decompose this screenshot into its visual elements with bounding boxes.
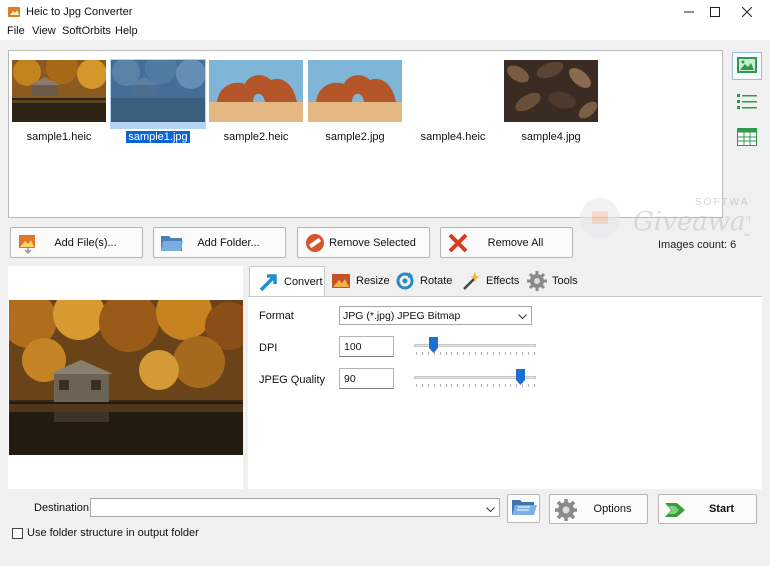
jpeg-quality-slider[interactable] xyxy=(414,368,536,388)
watermark-main-text: Giveaway xyxy=(633,207,750,237)
settings-tabs: Convert Resize Rotate Effects Tools xyxy=(248,266,762,297)
thumbnail-caption: sample4.jpg xyxy=(521,131,581,143)
images-count: Images count: 6 xyxy=(658,239,737,251)
thumbnail-caption: sample2.jpg xyxy=(325,131,385,143)
tab-resize-label: Resize xyxy=(356,275,390,287)
start-arrow-icon xyxy=(663,498,687,522)
start-button[interactable]: Start xyxy=(658,494,757,524)
menu-file[interactable]: File xyxy=(7,25,25,37)
dry-leaves-image xyxy=(504,60,598,122)
red-x-icon xyxy=(447,232,469,254)
autumn-lake-cabin-preview xyxy=(9,300,243,455)
gear-icon xyxy=(526,270,548,292)
add-files-button[interactable]: Add File(s)... xyxy=(10,227,143,258)
list-view-button[interactable] xyxy=(732,88,762,116)
menu-help[interactable]: Help xyxy=(115,25,138,37)
close-icon xyxy=(742,7,752,17)
tab-effects-label: Effects xyxy=(486,275,520,287)
autumn-lake-cabin-image xyxy=(12,60,106,122)
menu-view[interactable]: View xyxy=(32,25,56,37)
app-logo-icon xyxy=(7,5,21,19)
jpeg-quality-label: JPEG Quality xyxy=(259,374,326,386)
destination-input[interactable] xyxy=(90,498,500,517)
tab-effects[interactable]: Effects xyxy=(458,266,522,296)
autumn-lake-cabin-image xyxy=(111,60,205,122)
tab-resize[interactable]: Resize xyxy=(328,266,390,296)
gear-icon xyxy=(554,498,578,522)
folder-icon xyxy=(160,232,183,254)
menu-bar: File View SoftOrbits Help xyxy=(0,24,770,40)
jpeg-quality-input[interactable]: 90 xyxy=(339,368,394,389)
thumbnail-caption: sample1.heic xyxy=(26,131,92,143)
tab-tools[interactable]: Tools xyxy=(524,266,584,296)
open-folder-icon xyxy=(510,496,538,521)
desert-rock-arch-image xyxy=(209,60,303,122)
table-view-button[interactable] xyxy=(732,124,762,152)
rotate-icon xyxy=(394,270,416,292)
dpi-input[interactable]: 100 xyxy=(339,336,394,357)
close-button[interactable] xyxy=(724,0,770,24)
start-label: Start xyxy=(708,503,735,515)
tab-convert[interactable]: Convert xyxy=(249,266,325,297)
add-image-icon xyxy=(17,232,39,255)
destination-label: Destination xyxy=(34,502,90,514)
giveaway-watermark: SOFTWARE Giveaway xyxy=(575,190,765,240)
folder-structure-option[interactable]: Use folder structure in output folder xyxy=(12,527,199,539)
resize-photo-icon xyxy=(330,270,352,292)
thumbnail-item[interactable]: sample4.heic xyxy=(405,59,501,149)
format-select-value: JPG (*.jpg) JPEG Bitmap xyxy=(343,310,461,322)
list-view-icon xyxy=(737,93,757,112)
dpi-label: DPI xyxy=(259,342,278,354)
tab-rotate-label: Rotate xyxy=(420,275,453,287)
tab-convert-label: Convert xyxy=(284,276,323,288)
chevron-down-icon xyxy=(518,311,527,323)
image-preview xyxy=(8,266,243,489)
dpi-value: 100 xyxy=(344,341,362,353)
maximize-icon xyxy=(710,7,720,17)
thumbnail-caption: sample4.heic xyxy=(420,131,486,143)
convert-arrow-icon xyxy=(258,271,280,293)
thumbnail-caption: sample2.heic xyxy=(223,131,289,143)
folder-structure-checkbox[interactable] xyxy=(12,527,23,539)
format-select[interactable]: JPG (*.jpg) JPEG Bitmap xyxy=(339,306,532,325)
dpi-slider[interactable] xyxy=(414,336,536,356)
menu-softorbits[interactable]: SoftOrbits xyxy=(62,25,111,37)
remove-selected-button[interactable]: Remove Selected xyxy=(297,227,430,258)
magic-wand-icon xyxy=(460,270,482,292)
thumbnail-item[interactable]: sample1.heic xyxy=(11,59,107,149)
jpeg-quality-value: 90 xyxy=(344,373,356,385)
thumbnail-view-button[interactable] xyxy=(732,52,762,80)
add-folder-button[interactable]: Add Folder... xyxy=(153,227,286,258)
thumbnail-item[interactable]: sample4.jpg xyxy=(503,59,599,149)
blank-image xyxy=(406,60,500,122)
window-title: Heic to Jpg Converter xyxy=(26,6,133,18)
remove-selected-icon xyxy=(304,232,326,254)
format-label: Format xyxy=(259,310,294,322)
desert-rock-arch-image xyxy=(308,60,402,122)
thumbnail-view-icon xyxy=(736,55,758,78)
thumbnail-caption: sample1.jpg xyxy=(126,131,190,143)
table-view-icon xyxy=(737,127,757,149)
thumbnail-item[interactable]: sample2.jpg xyxy=(307,59,403,149)
remove-all-button[interactable]: Remove All xyxy=(440,227,573,258)
tab-rotate[interactable]: Rotate xyxy=(392,266,454,296)
tab-tools-label: Tools xyxy=(552,275,578,287)
options-button[interactable]: Options xyxy=(549,494,648,524)
title-bar: Heic to Jpg Converter xyxy=(0,0,770,24)
folder-structure-label: Use folder structure in output folder xyxy=(27,527,199,539)
browse-folder-button[interactable] xyxy=(507,494,540,523)
chevron-down-icon xyxy=(486,504,495,516)
thumbnail-item-selected[interactable]: sample1.jpg xyxy=(110,59,206,149)
thumbnail-item[interactable]: sample2.heic xyxy=(208,59,304,149)
